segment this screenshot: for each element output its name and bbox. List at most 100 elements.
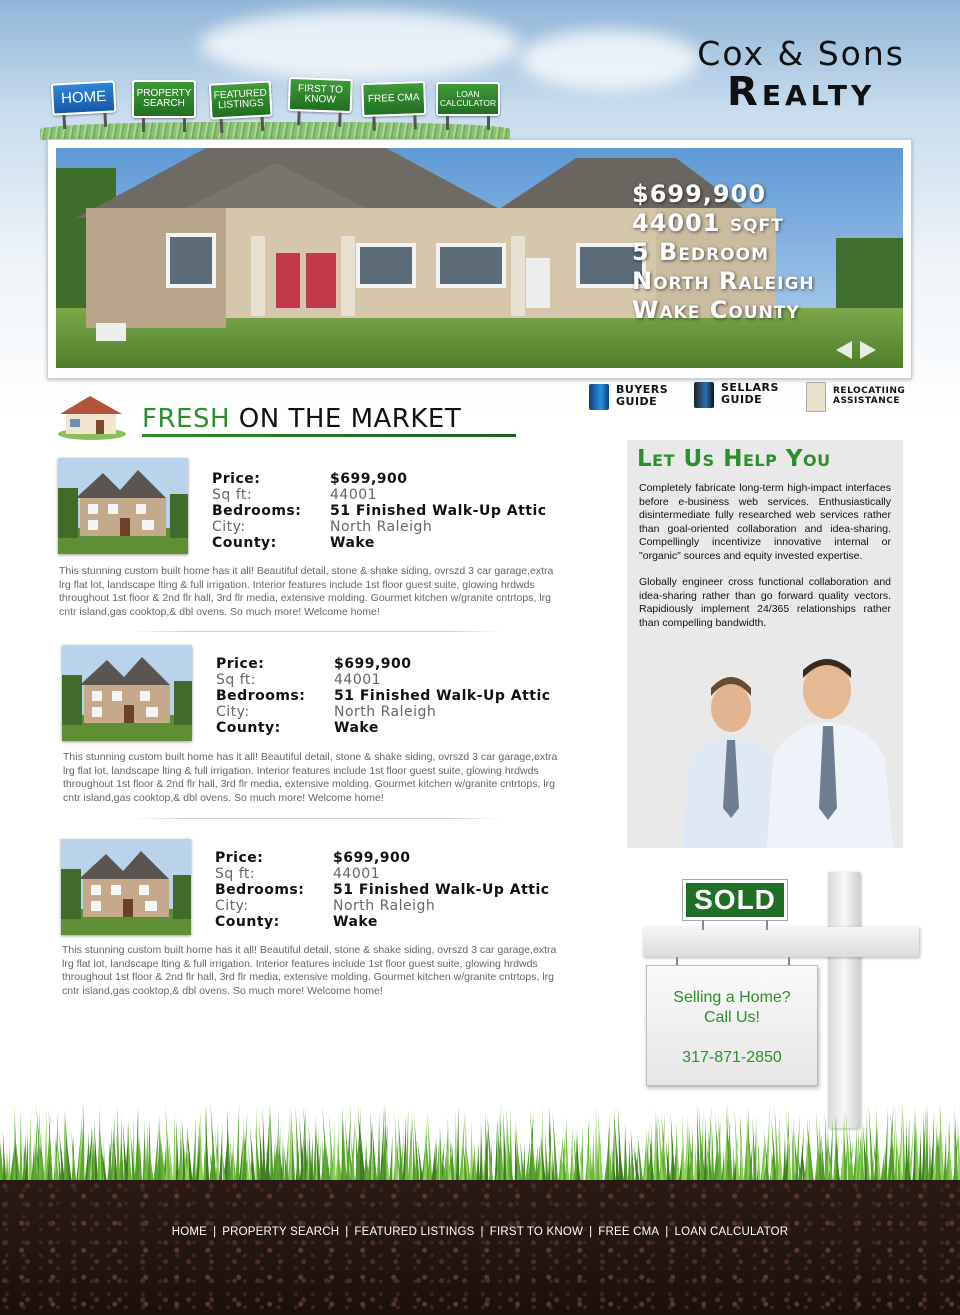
listing-2-county: Wake (334, 720, 379, 736)
footer-nav: HOME | PROPERTY SEARCH | FEATURED LISTINGS | F… (0, 1226, 960, 1238)
buyers-guide-link[interactable]: Buyers Guide (589, 384, 668, 410)
sellars-guide-icon (694, 382, 714, 408)
listing-3-bedrooms: 51 Finished Walk-Up Attic (333, 882, 550, 898)
bedrooms-label: Bedrooms: (216, 688, 306, 704)
help-title: Let Us Help You (637, 446, 831, 472)
footer-link-property-search[interactable]: PROPERTY SEARCH (222, 1226, 339, 1238)
sellars-guide-link[interactable]: Sellars Guide (694, 382, 779, 408)
price-label: Price: (212, 471, 261, 487)
relocation-map-icon (806, 382, 826, 412)
brand-line1: Cox & Sons (697, 34, 905, 73)
price-label: Price: (216, 656, 265, 672)
city-label: City: (212, 519, 246, 535)
nav-featured-listings-label: Featured Listings (208, 80, 273, 120)
county-label: County: (215, 914, 280, 930)
bedrooms-label: Bedrooms: (215, 882, 305, 898)
sign-post (828, 872, 860, 1128)
listing-1-sqft: 44001 (330, 487, 378, 503)
brand-logo[interactable]: Cox & Sons Realty (697, 34, 905, 115)
nav-property-search[interactable]: Property Search (132, 80, 196, 132)
footer-link-featured-listings[interactable]: FEATURED LISTINGS (354, 1226, 474, 1238)
prev-arrow-icon[interactable] (836, 341, 852, 359)
listing-3-price: $699,900 (333, 850, 411, 866)
listing-1-description: This stunning custom built home has it a… (59, 565, 554, 618)
listing-house-image (61, 839, 191, 935)
listing-1-price: $699,900 (330, 471, 408, 487)
help-paragraph-2: Globally engineer cross functional colla… (639, 576, 891, 629)
listing-2-photo[interactable] (62, 645, 192, 741)
hero-price: $699,900 (632, 180, 767, 208)
fresh-heading: FRESH ON THE MARKET (142, 404, 461, 434)
listing-1-city: North Raleigh (330, 519, 433, 535)
city-label: City: (215, 898, 249, 914)
sign-hanger (702, 920, 704, 930)
footer-separator: | (345, 1226, 349, 1238)
relocation-line1: Relocatiing (833, 386, 906, 396)
fresh-heading-highlight: FRESH (142, 404, 231, 434)
nav-home-label: Home (50, 80, 117, 116)
fresh-heading-rest: ON THE MARKET (238, 404, 462, 434)
nav-free-cma-label: Free CMA (361, 80, 427, 118)
listing-2-specs: Price: $699,900 Sq ft: 44001 Bedrooms: 51 F… (216, 656, 551, 736)
footer-separator: | (589, 1226, 593, 1238)
listing-3-description: This stunning custom built home has it a… (62, 944, 557, 997)
listing-1-county: Wake (330, 535, 375, 551)
cloud-decoration (520, 30, 700, 90)
relocation-label: Relocatiing Assistance (833, 386, 905, 406)
help-paragraph-1: Completely fabricate long-term high-impa… (639, 482, 891, 562)
price-label: Price: (215, 850, 264, 866)
nav-featured-listings[interactable]: Featured Listings (208, 80, 274, 134)
footer-link-home[interactable]: HOME (172, 1226, 207, 1238)
sign-hanger (766, 920, 768, 930)
footer-separator: | (480, 1226, 484, 1238)
relocation-line2: Assistance (833, 396, 901, 406)
listing-2-bedrooms: 51 Finished Walk-Up Attic (334, 688, 551, 704)
phone-number[interactable]: 317-871-2850 (647, 1048, 817, 1068)
listing-3-sqft: 44001 (333, 866, 381, 882)
nav-loan-calculator[interactable]: Loan Calculator (436, 82, 500, 130)
listing-2-sqft: 44001 (334, 672, 382, 688)
sold-badge: SOLD (682, 879, 788, 921)
sqft-label: Sq ft: (215, 866, 256, 882)
sellars-guide-label: Sellars Guide (721, 382, 779, 406)
sqft-label: Sq ft: (212, 487, 253, 503)
footer-link-first-to-know[interactable]: FIRST TO KNOW (490, 1226, 583, 1238)
sell-home-line2: Call Us! (703, 1009, 760, 1026)
listing-3-photo[interactable] (61, 839, 191, 935)
footer-link-loan-calculator[interactable]: LOAN CALCULATOR (674, 1226, 788, 1238)
listing-1-specs: Price: $699,900 Sq ft: 44001 Bedrooms: 51 F… (212, 471, 547, 551)
buyers-guide-icon (589, 384, 609, 410)
listing-3-city: North Raleigh (333, 898, 436, 914)
hero-county: Wake County (632, 296, 800, 324)
nav-first-to-know-label: First to Know (287, 76, 353, 114)
listing-3-specs: Price: $699,900 Sq ft: 44001 Bedrooms: 51 F… (215, 850, 550, 930)
buyers-guide-line2: Guide (616, 395, 658, 408)
cloud-decoration (200, 10, 520, 80)
next-arrow-icon[interactable] (860, 341, 876, 359)
nav-free-cma[interactable]: Free CMA (361, 80, 427, 131)
listing-3-county: Wake (333, 914, 378, 930)
help-panel: Let Us Help You Completely fabricate lon… (627, 440, 903, 848)
listing-2-city: North Raleigh (334, 704, 437, 720)
listing-2-price: $699,900 (334, 656, 412, 672)
hero-sqft: 44001 sqft (632, 209, 784, 237)
listing-1-photo[interactable] (58, 458, 188, 554)
listing-divider (132, 631, 502, 632)
main-nav: Home Property Search Featured Listings F… (50, 76, 510, 146)
listing-2-description: This stunning custom built home has it a… (63, 751, 558, 804)
relocation-assistance-link[interactable]: Relocatiing Assistance (806, 382, 905, 412)
listing-house-image (62, 645, 192, 741)
footer-separator: | (665, 1226, 669, 1238)
footer-link-free-cma[interactable]: FREE CMA (598, 1226, 659, 1238)
fresh-underline (142, 434, 516, 437)
nav-property-search-label: Property Search (132, 80, 196, 118)
nav-first-to-know[interactable]: First to Know (287, 76, 353, 127)
listing-1-bedrooms: 51 Finished Walk-Up Attic (330, 503, 547, 519)
agents-photo (683, 659, 893, 848)
buyers-guide-label: Buyers Guide (616, 384, 668, 408)
sell-home-card[interactable]: Selling a Home? Call Us! 317-871-2850 (646, 965, 818, 1086)
hero-caption: $699,900 44001 sqft 5 Bedroom North Rale… (632, 180, 815, 325)
nav-loan-calculator-label: Loan Calculator (436, 82, 500, 116)
hero-city: North Raleigh (632, 267, 815, 295)
nav-home[interactable]: Home (50, 80, 117, 130)
